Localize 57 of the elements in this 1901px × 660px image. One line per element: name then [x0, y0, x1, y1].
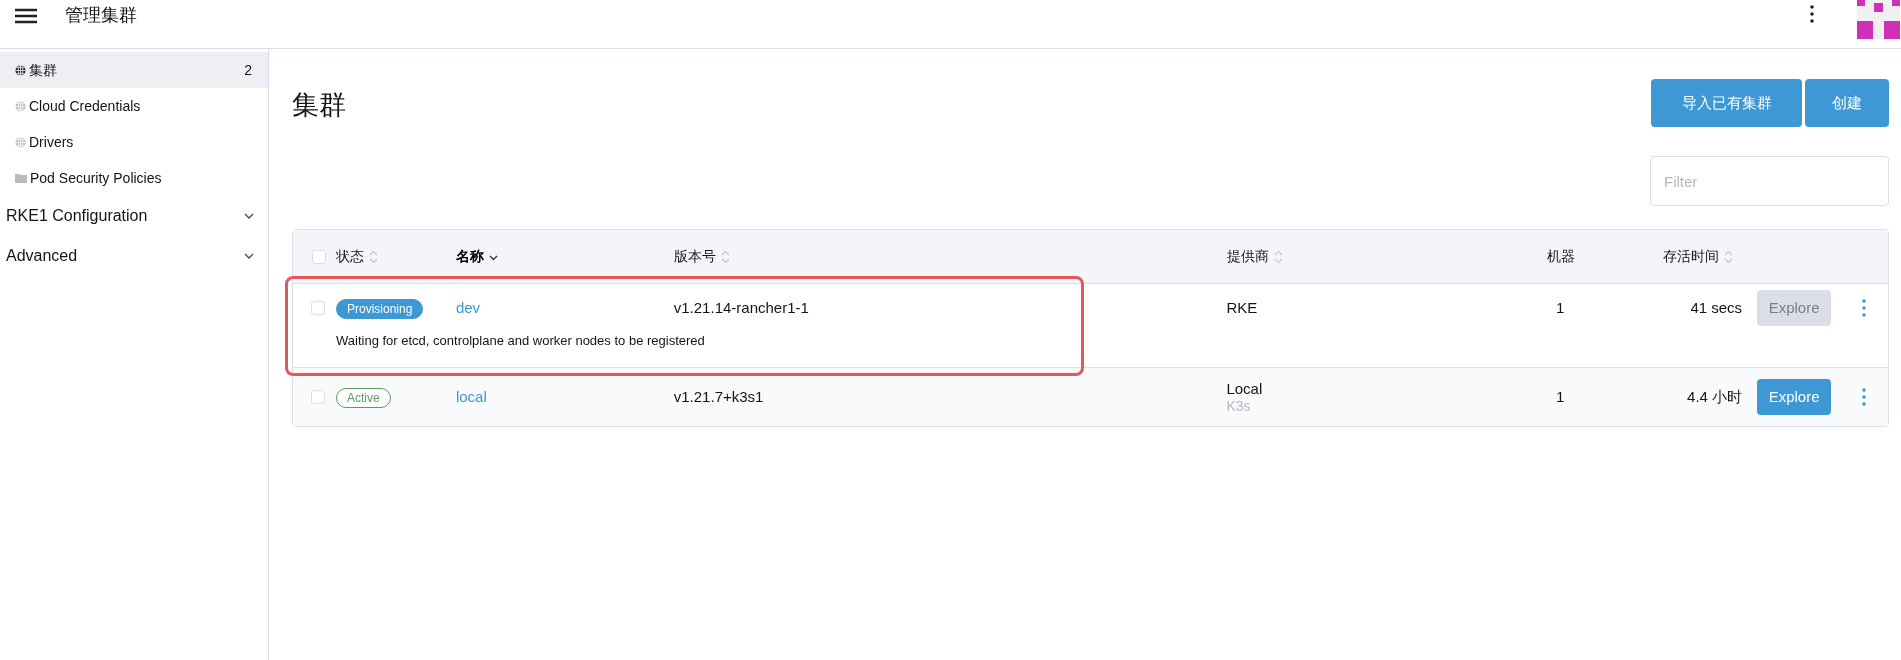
group-label: RKE1 Configuration	[6, 206, 149, 226]
column-header[interactable]: 存活时间	[1663, 246, 1733, 267]
sidebar-label: Pod Security Policies	[30, 168, 163, 188]
globe-icon	[15, 136, 26, 148]
sidebar-item[interactable]: Cloud Credentials	[0, 88, 268, 124]
provider-cell-text: Local	[1226, 380, 1264, 398]
provider-cell-text: RKE	[1226, 299, 1259, 317]
globe-icon	[15, 100, 26, 112]
page-title: 集群	[292, 89, 347, 122]
column-label: 版本号	[674, 247, 716, 266]
sidebar-group[interactable]: RKE1 Configuration	[0, 196, 268, 236]
user-avatar[interactable]	[1857, 0, 1900, 39]
column-label: 存活时间	[1663, 247, 1719, 266]
row-checkbox[interactable]	[311, 390, 326, 404]
column-header[interactable]: 名称	[456, 246, 498, 267]
row-actions-icon[interactable]	[1862, 299, 1867, 317]
column-label: 状态	[336, 247, 364, 266]
sidebar-item[interactable]: Pod Security Policies	[0, 160, 268, 196]
status-badge: Provisioning	[336, 298, 424, 319]
version-cell: v1.21.14-rancher1-1	[673, 298, 809, 316]
sort-icon[interactable]	[1724, 249, 1733, 264]
sort-icon[interactable]	[1274, 249, 1283, 264]
status-badge: Active	[336, 387, 391, 408]
sidebar-label: Cloud Credentials	[29, 96, 142, 116]
row-description: Waiting for etcd, controlplane and worker nodes to be registered	[336, 333, 705, 348]
chevron-down-icon	[244, 213, 254, 219]
sort-icon[interactable]	[721, 249, 730, 264]
column-header[interactable]: 版本号	[674, 246, 730, 267]
machines-cell-text: 1	[1556, 297, 1565, 318]
chevron-down-icon	[244, 253, 254, 259]
sidebar-label: Drivers	[29, 132, 75, 152]
sidebar-item[interactable]: Drivers	[0, 124, 268, 160]
column-header[interactable]: 提供商	[1227, 246, 1283, 267]
filter-field[interactable]: Filter	[1650, 156, 1889, 206]
row-actions-icon[interactable]	[1862, 388, 1867, 406]
header-title: 管理集群	[65, 4, 137, 27]
menu-icon[interactable]	[15, 8, 37, 24]
sort-icon[interactable]	[369, 249, 378, 264]
column-label: 机器	[1547, 247, 1575, 266]
provider-detail: K3s	[1226, 398, 1252, 414]
age-cell-text: 4.4 小时	[1687, 386, 1743, 407]
column-label: 名称	[456, 247, 484, 266]
sidebar-item[interactable]: 集群 2	[0, 52, 268, 88]
machines-cell-text: 1	[1556, 386, 1565, 407]
column-label: 提供商	[1227, 247, 1269, 266]
item-count: 2	[244, 60, 252, 80]
version-cell: v1.21.7+k3s1	[673, 387, 764, 405]
sidebar-label: 集群	[29, 60, 58, 80]
row-checkbox[interactable]	[311, 301, 326, 315]
age-cell-text: 41 secs	[1690, 297, 1743, 318]
group-label: Advanced	[6, 246, 79, 266]
row-checkbox[interactable]	[311, 249, 326, 264]
column-header[interactable]: 状态	[336, 246, 378, 267]
globe-icon	[15, 64, 26, 76]
sidebar-group[interactable]: Advanced	[0, 236, 268, 276]
more-options-icon[interactable]	[1810, 5, 1814, 23]
folder-icon	[15, 173, 27, 183]
